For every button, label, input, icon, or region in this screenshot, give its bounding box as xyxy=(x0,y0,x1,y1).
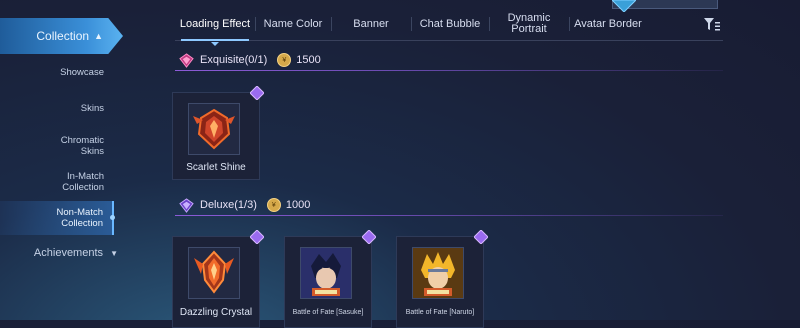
sidebar-item-label-line1: Non-Match xyxy=(56,207,103,218)
sasuke-portrait-icon xyxy=(301,248,351,298)
item-thumbnail xyxy=(300,247,352,299)
section-divider xyxy=(175,70,723,71)
filter-button[interactable] xyxy=(701,14,723,36)
tab-label: Banner xyxy=(353,17,389,30)
card-corner-gem-icon xyxy=(250,230,264,244)
item-thumbnail xyxy=(188,103,240,155)
active-tab-indicator xyxy=(211,42,219,46)
sidebar: Collection ▲ Showcase Skins Chromatic Sk… xyxy=(0,0,125,320)
sidebar-item-label-line2: Collection xyxy=(61,218,103,229)
item-name: Scarlet Shine xyxy=(186,162,246,173)
sidebar-item-in-match-collection[interactable]: In-Match Collection xyxy=(0,171,104,193)
section-cost: 1000 xyxy=(285,199,311,211)
tab-banner[interactable]: Banner xyxy=(331,8,411,40)
item-name: Battle of Fate [Sasuke] xyxy=(292,309,364,316)
section-title: Deluxe(1/3) xyxy=(200,199,257,211)
tab-dynamic-portrait[interactable]: Dynamic Portrait xyxy=(489,8,569,40)
loading-effect-card[interactable]: Scarlet Shine xyxy=(172,86,264,180)
scarlet-shine-emblem-icon xyxy=(193,108,235,150)
item-name: Battle of Fate [Naruto] xyxy=(405,309,475,316)
sidebar-item-chromatic-skins[interactable]: Chromatic Skins xyxy=(0,135,104,157)
sidebar-item-label-line2: Collection xyxy=(62,182,104,193)
tab-chat-bubble[interactable]: Chat Bubble xyxy=(411,8,489,40)
tab-name-color[interactable]: Name Color xyxy=(255,8,331,40)
sidebar-item-label: Skins xyxy=(80,103,104,114)
loading-effect-card[interactable]: Dazzling Crystal xyxy=(172,230,264,328)
filter-icon xyxy=(704,18,720,31)
coin-icon: ¥ xyxy=(266,198,281,212)
deluxe-gem-icon xyxy=(179,197,194,213)
loading-effect-card[interactable]: Battle of Fate [Naruto] xyxy=(396,230,488,328)
coin-icon: ¥ xyxy=(277,53,292,67)
item-thumbnail xyxy=(412,247,464,299)
dazzling-crystal-emblem-icon xyxy=(194,250,234,294)
naruto-portrait-icon xyxy=(413,248,463,298)
sidebar-item-label-line1: In-Match xyxy=(67,171,104,182)
tab-label-line2: Portrait xyxy=(511,23,547,35)
sidebar-item-label: Showcase xyxy=(60,67,104,78)
section-header-exquisite: Exquisite(0/1) ¥ 1500 xyxy=(175,51,723,71)
item-name: Dazzling Crystal xyxy=(179,307,253,318)
achievements-button[interactable]: Achievements ▼ xyxy=(0,247,118,259)
tab-avatar-border[interactable]: Avatar Border xyxy=(569,8,647,40)
tab-bar: Loading Effect Name Color Banner Chat Bu… xyxy=(175,8,723,46)
sidebar-item-skins[interactable]: Skins xyxy=(0,103,104,114)
tab-label: Chat Bubble xyxy=(419,17,481,30)
collection-button[interactable]: Collection ▲ xyxy=(0,18,123,54)
tab-label: Avatar Border xyxy=(574,17,642,30)
sidebar-item-non-match-collection[interactable]: Non-Match Collection xyxy=(0,201,115,235)
sidebar-item-showcase[interactable]: Showcase xyxy=(0,67,104,78)
card-corner-gem-icon xyxy=(362,230,376,244)
item-thumbnail xyxy=(188,247,240,299)
tab-label: Name Color xyxy=(263,17,323,30)
tab-label: Loading Effect xyxy=(179,17,251,30)
section-divider xyxy=(175,215,723,216)
collection-label: Collection xyxy=(36,29,90,43)
section-header-deluxe: Deluxe(1/3) ¥ 1000 xyxy=(175,196,723,216)
section-title: Exquisite(0/1) xyxy=(200,54,268,66)
card-corner-gem-icon xyxy=(474,230,488,244)
loading-effect-card[interactable]: Battle of Fate [Sasuke] xyxy=(284,230,376,328)
sidebar-item-label-line2: Skins xyxy=(80,146,104,157)
tab-loading-effect[interactable]: Loading Effect xyxy=(175,8,255,46)
chevron-down-icon: ▼ xyxy=(110,249,118,258)
chevron-up-icon: ▲ xyxy=(94,31,103,41)
section-cost: 1500 xyxy=(296,54,321,66)
achievements-label: Achievements xyxy=(33,247,104,259)
card-corner-gem-icon xyxy=(250,86,264,100)
exquisite-gem-icon xyxy=(179,52,194,68)
sidebar-item-label-line1: Chromatic xyxy=(60,135,104,146)
